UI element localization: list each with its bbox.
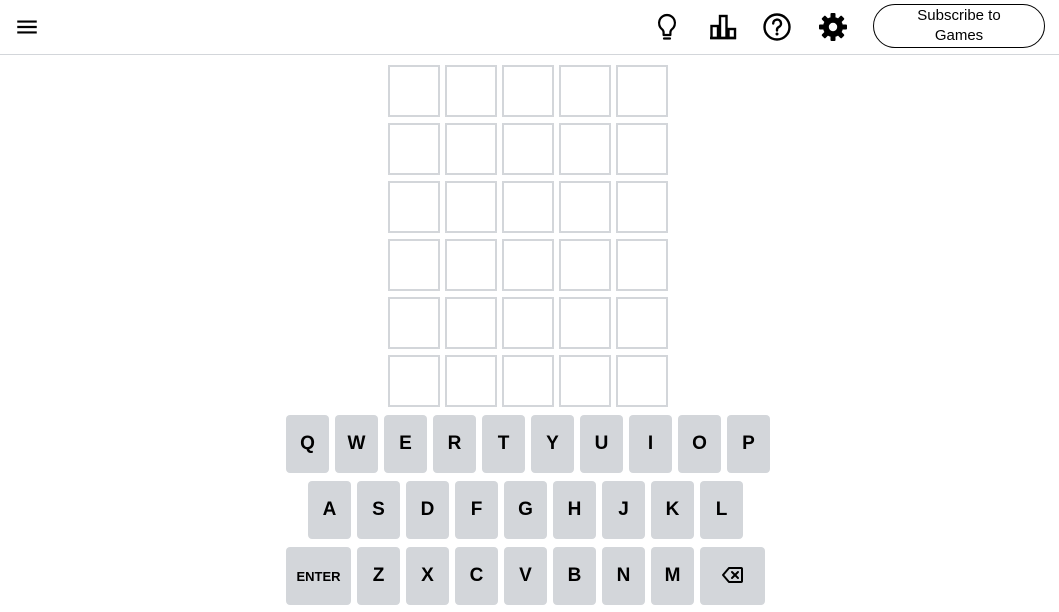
key-z[interactable]: Z [357, 547, 400, 605]
header-bar: Subscribe to Games [0, 0, 1059, 55]
board-tile [616, 181, 668, 233]
key-x[interactable]: X [406, 547, 449, 605]
enter-key[interactable]: ENTER [286, 547, 351, 605]
keyboard-row-2: ASDFGHJKL [308, 481, 743, 539]
board-tile [388, 239, 440, 291]
board-tile [616, 297, 668, 349]
key-f[interactable]: F [455, 481, 498, 539]
board-tile [502, 123, 554, 175]
board-tile [388, 65, 440, 117]
board-tile [502, 297, 554, 349]
board-tile [445, 239, 497, 291]
board-tile [502, 355, 554, 407]
board-tile [559, 123, 611, 175]
board-tile [388, 297, 440, 349]
board-tile [616, 355, 668, 407]
board-tile [388, 123, 440, 175]
key-m[interactable]: M [651, 547, 694, 605]
key-j[interactable]: J [602, 481, 645, 539]
key-n[interactable]: N [602, 547, 645, 605]
board-tile [445, 65, 497, 117]
board-tile [616, 65, 668, 117]
key-c[interactable]: C [455, 547, 498, 605]
hamburger-menu-icon[interactable] [14, 14, 40, 40]
board-tile [445, 123, 497, 175]
key-y[interactable]: Y [531, 415, 574, 473]
key-w[interactable]: W [335, 415, 378, 473]
key-e[interactable]: E [384, 415, 427, 473]
key-p[interactable]: P [727, 415, 770, 473]
key-q[interactable]: Q [286, 415, 329, 473]
keyboard-row-1: QWERTYUIOP [286, 415, 770, 473]
key-o[interactable]: O [678, 415, 721, 473]
key-l[interactable]: L [700, 481, 743, 539]
board-tile [559, 181, 611, 233]
key-v[interactable]: V [504, 547, 547, 605]
board-tile [388, 181, 440, 233]
key-t[interactable]: T [482, 415, 525, 473]
key-u[interactable]: U [580, 415, 623, 473]
board-tile [559, 65, 611, 117]
board-tile [388, 355, 440, 407]
board-tile [502, 181, 554, 233]
backspace-key[interactable] [700, 547, 765, 605]
key-i[interactable]: I [629, 415, 672, 473]
question-circle-icon[interactable] [759, 9, 795, 45]
board-tile [559, 239, 611, 291]
board-tile [559, 355, 611, 407]
game-board [388, 65, 668, 407]
key-d[interactable]: D [406, 481, 449, 539]
board-tile [445, 355, 497, 407]
bar-chart-icon[interactable] [705, 9, 741, 45]
key-k[interactable]: K [651, 481, 694, 539]
key-b[interactable]: B [553, 547, 596, 605]
board-tile [559, 297, 611, 349]
board-tile [445, 297, 497, 349]
key-r[interactable]: R [433, 415, 476, 473]
board-tile [502, 65, 554, 117]
keyboard-row-3: ENTER Z X C V B N M [286, 547, 765, 605]
board-tile [445, 181, 497, 233]
board-tile [616, 123, 668, 175]
key-a[interactable]: A [308, 481, 351, 539]
board-tile [616, 239, 668, 291]
board-tile [502, 239, 554, 291]
key-g[interactable]: G [504, 481, 547, 539]
key-s[interactable]: S [357, 481, 400, 539]
key-h[interactable]: H [553, 481, 596, 539]
gear-icon[interactable] [815, 9, 851, 45]
backspace-icon [721, 563, 745, 590]
lightbulb-icon[interactable] [649, 9, 685, 45]
subscribe-button[interactable]: Subscribe to Games [873, 4, 1045, 48]
